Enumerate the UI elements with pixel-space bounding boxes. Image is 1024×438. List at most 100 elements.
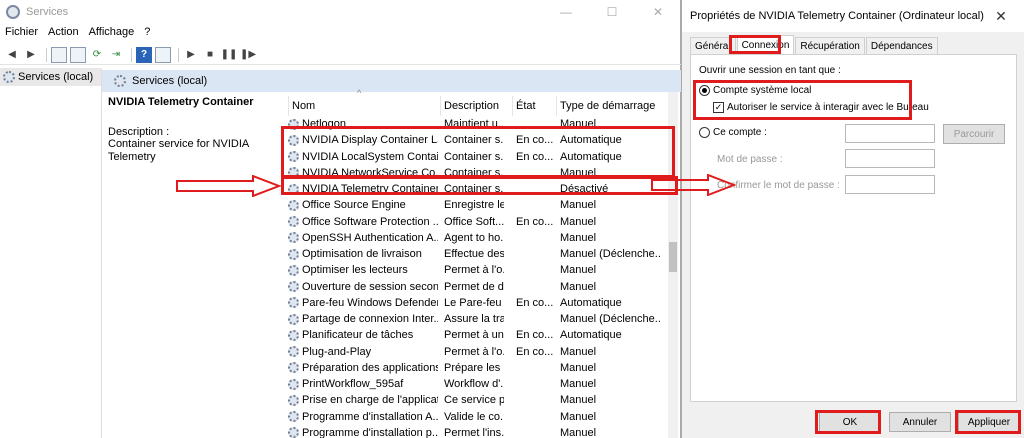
table-row[interactable]: Plug-and-Play Permet à l'o... En co... Manu… — [282, 344, 672, 360]
account-input[interactable] — [845, 124, 935, 143]
service-name: Plug-and-Play — [302, 345, 372, 358]
back-arrow-icon[interactable]: ◀ — [4, 47, 20, 63]
service-startup-type: Manuel — [560, 231, 597, 244]
column-header-startup-type[interactable]: Type de démarrage — [556, 96, 672, 116]
service-gear-icon — [288, 281, 299, 292]
service-description: Permet à l'o... — [444, 264, 504, 277]
tree-node-services-local[interactable]: Services (local) — [0, 68, 101, 86]
table-row[interactable]: Ouverture de session secon... Permet de d… — [282, 279, 672, 295]
refresh-icon[interactable]: ⟳ — [89, 47, 105, 63]
logon-as-label: Ouvrir une session en tant que : — [699, 65, 841, 76]
table-row[interactable]: Programme d'installation p... Permet l'in… — [282, 425, 672, 438]
forward-arrow-icon[interactable]: ▶ — [23, 47, 39, 63]
table-row[interactable]: Office Software Protection ... Office Sof… — [282, 214, 672, 230]
table-row[interactable]: Préparation des applications Prépare les … — [282, 360, 672, 376]
this-account-radio[interactable]: Ce compte : — [699, 127, 767, 138]
service-description: Prépare les ... — [444, 361, 504, 374]
column-header-name[interactable]: Nom — [288, 96, 444, 116]
export-list-icon[interactable]: ⇥ — [108, 47, 124, 63]
close-button[interactable]: ✕ — [635, 0, 681, 24]
table-row[interactable]: Partage de connexion Inter... Assure la t… — [282, 311, 672, 327]
toolbar-separator — [131, 47, 132, 62]
annotation-nvidia-group-box — [281, 126, 675, 178]
help-icon[interactable]: ? — [136, 46, 152, 63]
dialog-title: Propriétés de NVIDIA Telemetry Container… — [690, 10, 984, 22]
service-name: Office Source Engine — [302, 199, 406, 212]
column-header-description[interactable]: Description — [440, 96, 512, 116]
maximize-button[interactable]: ☐ — [589, 0, 635, 24]
stop-icon[interactable]: ■ — [202, 47, 218, 63]
browse-button[interactable]: Parcourir — [943, 124, 1005, 144]
services-window: Services — ☐ ✕ Fichier Action Affichage … — [0, 0, 681, 438]
annotation-ok-box — [815, 410, 881, 434]
service-state: En co... — [516, 215, 554, 228]
service-name: Programme d'installation p... — [302, 426, 438, 438]
service-gear-icon — [288, 199, 299, 211]
service-name-cell: Préparation des applications — [288, 360, 438, 376]
service-name-cell: Optimisation de livraison — [288, 246, 438, 262]
description-label: Description : — [108, 126, 170, 138]
table-row[interactable]: Optimisation de livraison Effectue des...… — [282, 246, 672, 262]
pause-icon[interactable]: ❚❚ — [221, 47, 238, 63]
toolbar-separator — [178, 47, 179, 62]
password-input[interactable] — [845, 149, 935, 168]
table-row[interactable]: OpenSSH Authentication A... Agent to ho..… — [282, 230, 672, 246]
service-name-cell: Partage de connexion Inter... — [288, 311, 438, 327]
table-row[interactable]: Planificateur de tâches Permet à un... En … — [282, 327, 672, 343]
service-gear-icon — [288, 378, 299, 390]
column-header-state[interactable]: État — [512, 96, 556, 116]
service-name: Planificateur de tâches — [302, 329, 414, 342]
service-gear-icon — [288, 313, 299, 325]
tab-dependances[interactable]: Dépendances — [865, 37, 938, 54]
service-state — [516, 376, 558, 392]
service-name: PrintWorkflow_595af — [302, 378, 404, 390]
play-icon[interactable]: ▶ — [183, 47, 199, 63]
dialog-close-button[interactable]: ✕ — [978, 0, 1024, 32]
table-row[interactable]: Optimiser les lecteurs Permet à l'o... Man… — [282, 262, 672, 278]
restart-icon[interactable]: ❚▶ — [240, 47, 256, 63]
service-name-cell: PrintWorkflow_595af — [288, 376, 438, 392]
service-startup-type: Manuel — [560, 199, 597, 212]
service-startup-type: Manuel — [560, 264, 597, 277]
service-state: En co... — [516, 296, 554, 309]
view-pane-icon[interactable] — [155, 46, 171, 63]
menu-fichier[interactable]: Fichier — [0, 26, 43, 42]
service-name: Optimiser les lecteurs — [302, 264, 408, 277]
annotation-connexion-tab-box — [729, 35, 781, 54]
cancel-button[interactable]: Annuler — [889, 412, 951, 432]
table-row[interactable]: Office Source Engine Enregistre le... Manu… — [282, 197, 672, 213]
services-gear-icon — [114, 75, 126, 87]
service-startup-type: Manuel — [560, 215, 597, 228]
table-row[interactable]: Programme d'installation A... Valide le c… — [282, 409, 672, 425]
service-name-cell: Programme d'installation A... — [288, 409, 438, 425]
service-description: Ce service p... — [444, 394, 504, 407]
service-name-cell: Planificateur de tâches — [288, 327, 438, 343]
console-tree-icon[interactable] — [51, 46, 67, 63]
menubar: Fichier Action Affichage ? — [0, 26, 155, 42]
scrollbar-thumb[interactable] — [669, 242, 677, 272]
menu-help[interactable]: ? — [139, 26, 155, 42]
service-state — [516, 230, 558, 246]
confirm-password-input[interactable] — [845, 175, 935, 194]
minimize-button[interactable]: — — [543, 0, 589, 24]
annotation-local-system-box — [693, 80, 912, 120]
service-name-cell: Pare-feu Windows Defender — [288, 295, 438, 311]
properties-sheet-icon[interactable] — [70, 46, 86, 63]
table-row[interactable]: PrintWorkflow_595af Workflow d'... Manuel — [282, 376, 672, 392]
table-row[interactable]: Prise en charge de l'applicat... Ce servi… — [282, 392, 672, 408]
menu-affichage[interactable]: Affichage — [84, 26, 140, 42]
service-description: Valide le co... — [444, 410, 504, 423]
service-name: OpenSSH Authentication A... — [302, 231, 438, 244]
menu-action[interactable]: Action — [43, 26, 84, 42]
service-startup-type: Automatique — [560, 329, 622, 342]
table-row[interactable]: Pare-feu Windows Defender Le Pare-feu ...… — [282, 295, 672, 311]
service-gear-icon — [288, 248, 299, 260]
service-state — [516, 392, 558, 408]
service-gear-icon — [288, 329, 299, 341]
service-gear-icon — [288, 362, 299, 374]
radio-unselected-icon — [699, 127, 710, 138]
tab-recuperation[interactable]: Récupération — [795, 37, 865, 54]
selected-service-name: NVIDIA Telemetry Container — [108, 96, 254, 108]
services-gear-icon — [6, 5, 20, 19]
service-name: Office Software Protection ... — [302, 215, 438, 228]
